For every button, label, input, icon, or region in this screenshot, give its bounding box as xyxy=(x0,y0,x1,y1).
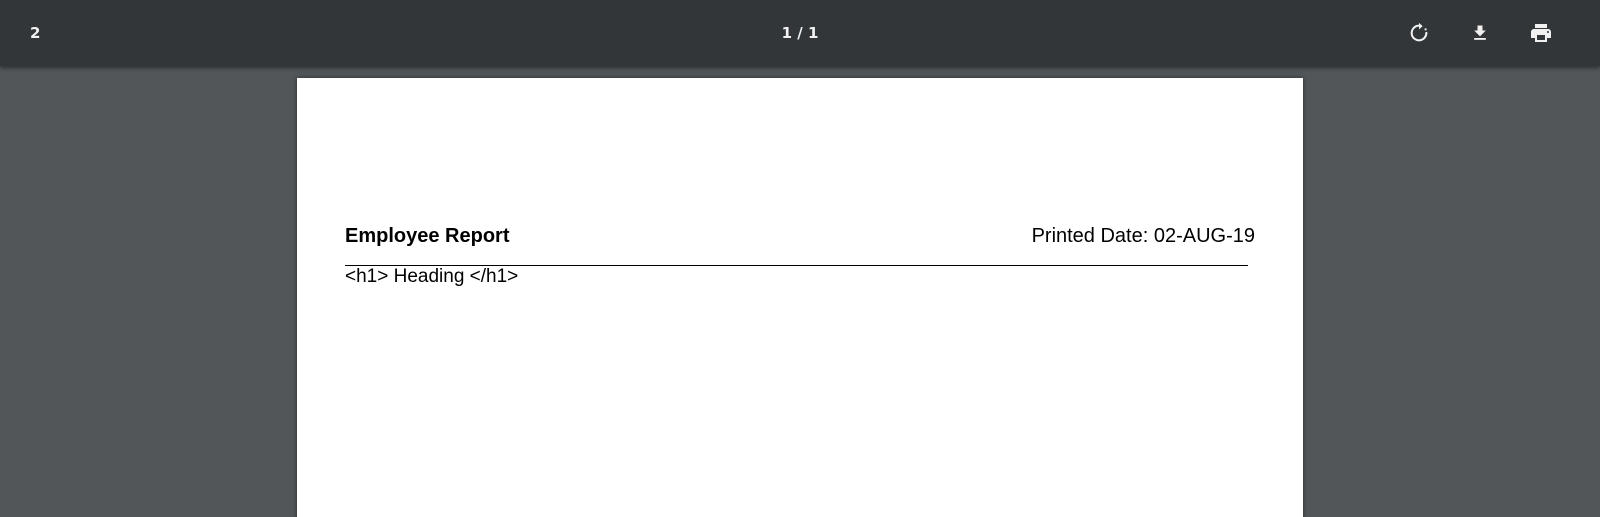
document-title: 2 xyxy=(30,24,41,42)
download-button[interactable] xyxy=(1460,13,1500,53)
pdf-viewer[interactable]: Employee Report Printed Date: 02-AUG-19 … xyxy=(0,66,1600,517)
rotate-button[interactable] xyxy=(1399,13,1439,53)
print-icon xyxy=(1529,21,1553,45)
print-button[interactable] xyxy=(1521,13,1561,53)
pdf-page: Employee Report Printed Date: 02-AUG-19 … xyxy=(297,78,1303,517)
rotate-icon xyxy=(1408,22,1430,44)
printed-date: Printed Date: 02-AUG-19 xyxy=(1031,225,1255,247)
pdf-toolbar: 2 1 / 1 xyxy=(0,0,1600,66)
report-title: Employee Report xyxy=(345,225,510,247)
heading-text: <h1> Heading </h1> xyxy=(345,266,519,287)
download-icon xyxy=(1470,23,1490,43)
page-indicator: 1 / 1 xyxy=(781,24,819,42)
